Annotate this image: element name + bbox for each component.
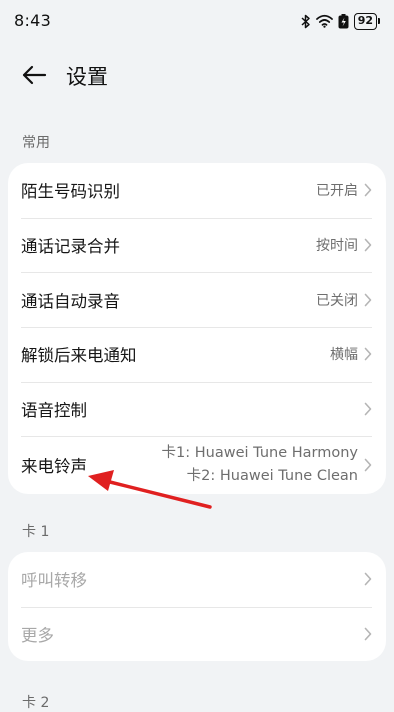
setting-label: 来电铃声 [21, 457, 87, 477]
back-arrow-icon [22, 65, 47, 85]
setting-label: 呼叫转移 [21, 571, 87, 591]
setting-label: 通话记录合并 [21, 237, 120, 257]
battery-icon: 92 [353, 12, 380, 30]
settings-card-sim1: 呼叫转移 更多 [8, 552, 386, 662]
wifi-icon [315, 14, 333, 28]
ringtone-sim1: 卡1: Huawei Tune Harmony [161, 445, 358, 462]
setting-value: 按时间 [316, 238, 358, 255]
setting-value: 横幅 [330, 347, 358, 364]
chevron-right-icon [364, 627, 372, 641]
setting-row-unknown-number-id[interactable]: 陌生号码识别 已开启 [8, 163, 386, 218]
setting-label: 解锁后来电通知 [21, 346, 137, 366]
chevron-right-icon [364, 348, 372, 361]
chevron-right-icon [364, 238, 372, 252]
setting-row-unlock-call-notification[interactable]: 解锁后来电通知 横幅 [8, 327, 386, 382]
status-time: 8:43 [14, 11, 52, 30]
chevron-right-icon [364, 573, 372, 586]
setting-value: 已开启 [316, 183, 358, 200]
setting-value-ringtone: 卡1: Huawei Tune Harmony 卡2: Huawei Tune … [162, 442, 358, 488]
bluetooth-icon [301, 14, 310, 28]
setting-label: 通话自动录音 [21, 291, 120, 311]
section-label-card2: 卡 2 [22, 695, 50, 711]
ringtone-sim2: 卡2: Huawei Tune Clean [186, 468, 358, 485]
section-label-common: 常用 [22, 135, 50, 151]
settings-card-common: 陌生号码识别 已开启 通话记录合并 按时间 通话自动录音 已关闭 解锁后来电通知… [8, 163, 386, 495]
setting-row-call-log-merge[interactable]: 通话记录合并 按时间 [8, 217, 386, 273]
back-button[interactable] [14, 60, 54, 90]
setting-label: 语音控制 [21, 401, 87, 421]
battery-saver-icon [338, 13, 349, 28]
setting-row-more[interactable]: 更多 [8, 606, 386, 662]
chevron-right-icon [364, 293, 372, 307]
battery-level: 92 [353, 12, 377, 30]
page-title: 设置 [66, 65, 108, 89]
status-icons: 92 [301, 11, 380, 31]
setting-row-auto-record[interactable]: 通话自动录音 已关闭 [8, 272, 386, 327]
chevron-right-icon [364, 402, 372, 416]
setting-row-ringtone[interactable]: 来电铃声 卡1: Huawei Tune Harmony 卡2: Huawei … [8, 436, 386, 494]
setting-row-voice-control[interactable]: 语音控制 [8, 381, 386, 437]
setting-label: 陌生号码识别 [21, 182, 120, 202]
chevron-right-icon [364, 459, 372, 472]
setting-value: 已关闭 [316, 292, 358, 309]
title-bar: 设置 [0, 52, 394, 98]
chevron-right-icon [364, 184, 372, 197]
setting-row-call-forwarding[interactable]: 呼叫转移 [8, 552, 386, 607]
setting-label: 更多 [21, 626, 54, 646]
status-bar: 8:43 92 [0, 0, 394, 44]
section-label-card1: 卡 1 [22, 524, 50, 540]
